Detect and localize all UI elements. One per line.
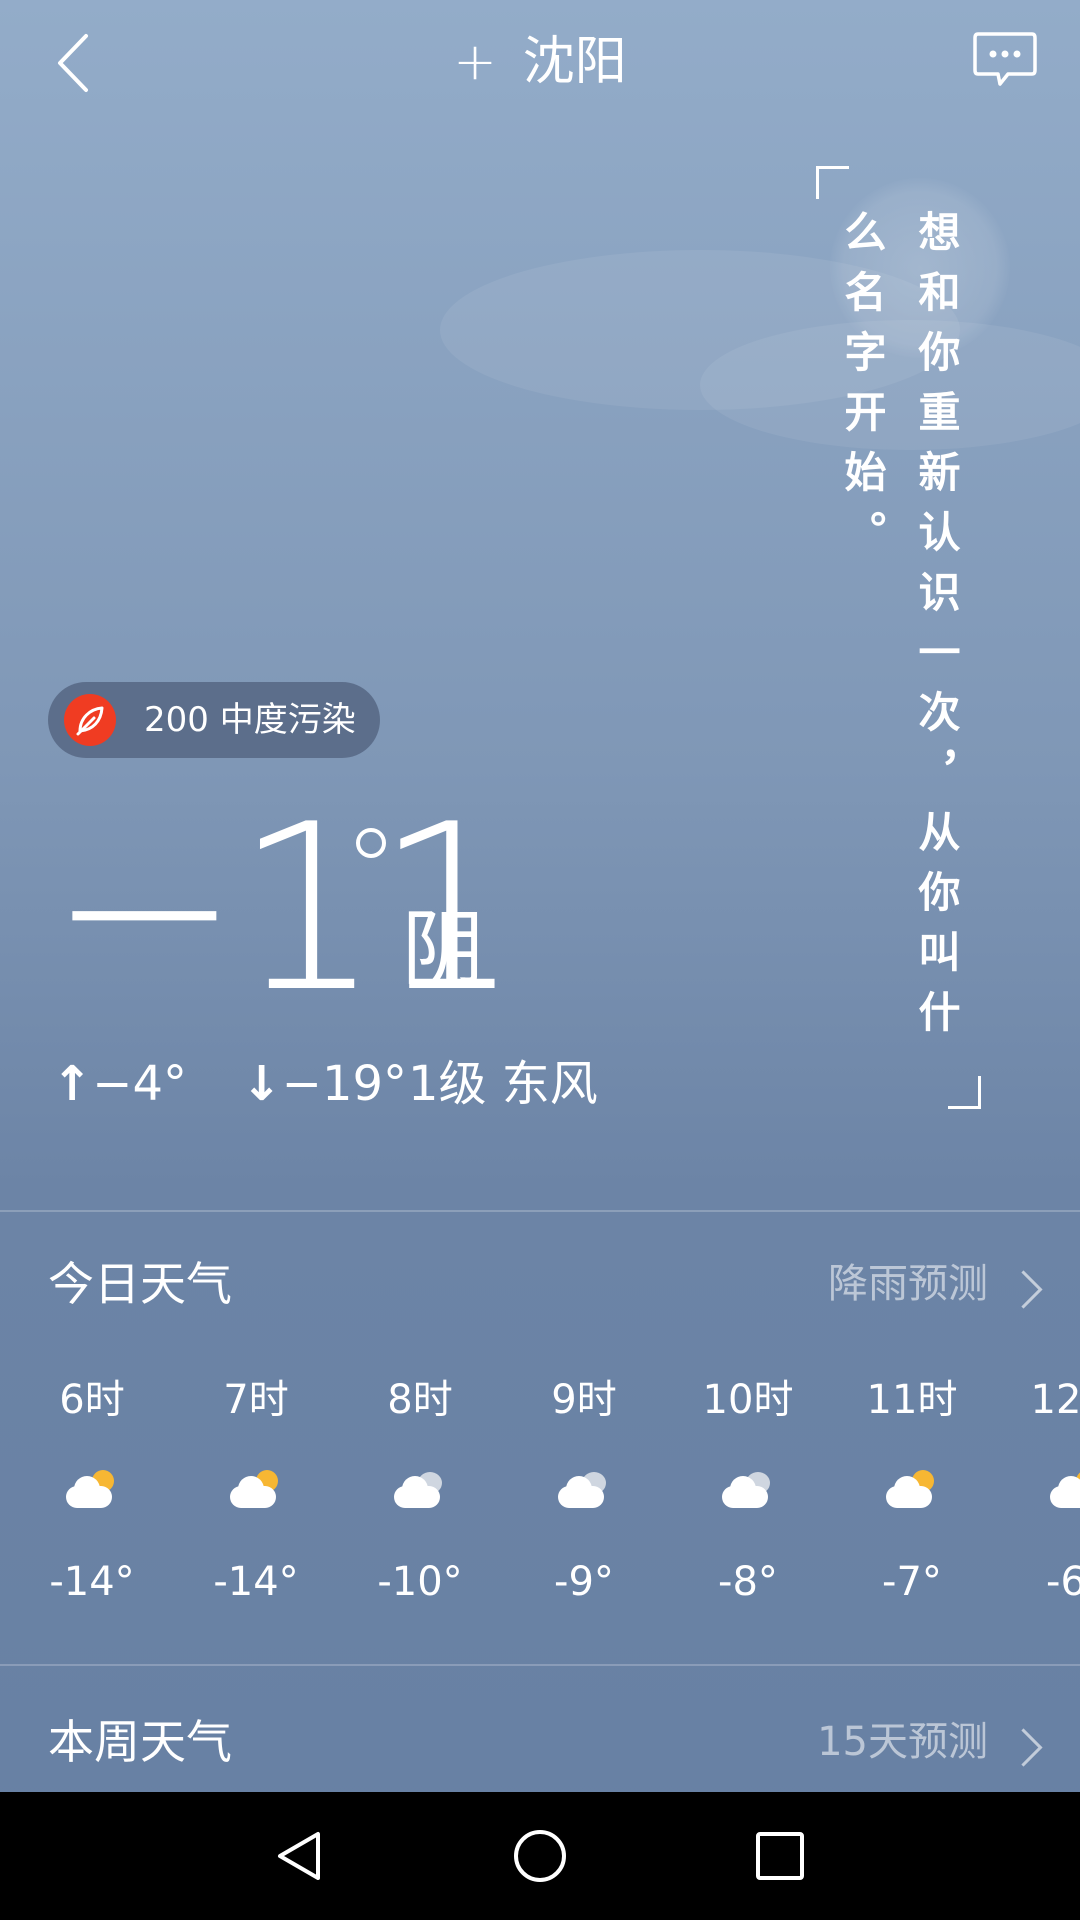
hourly-item[interactable]: 12时 -6° <box>994 1370 1080 1612</box>
hour-label: 11时 <box>866 1377 958 1423</box>
hour-label: 12时 <box>1030 1377 1080 1423</box>
partly-cloudy-icon <box>226 1466 286 1516</box>
weather-screen: + 沈阳 想和你重新认识一次，从你叫什 么名字开始。 200 中度污染 −11 阴… <box>0 0 1080 1920</box>
hour-label: 8时 <box>387 1377 453 1423</box>
hour-label: 10时 <box>702 1377 794 1423</box>
city-title[interactable]: + 沈阳 <box>0 22 1080 102</box>
hourly-item[interactable]: 9时 -9° <box>502 1370 666 1612</box>
divider <box>0 1664 1080 1666</box>
hourly-item[interactable]: 11时 -7° <box>830 1370 994 1612</box>
hour-label: 6时 <box>59 1377 125 1423</box>
poem-bracket-close <box>948 1076 981 1109</box>
chevron-right-icon[interactable] <box>1004 1270 1043 1309</box>
weather-condition: 阴 <box>402 902 485 997</box>
up-arrow-icon: ↑ <box>52 1056 93 1112</box>
today-weather-title: 今日天气 <box>48 1257 232 1311</box>
chevron-right-icon[interactable] <box>1004 1728 1043 1767</box>
nav-recents-icon[interactable] <box>750 1826 810 1886</box>
air-quality-badge[interactable]: 200 中度污染 <box>48 682 380 758</box>
wind-info: 1级 东风 <box>408 1056 598 1112</box>
high-low-temps: ↑−4° ↓−19° <box>52 1054 407 1114</box>
nav-home-icon[interactable] <box>510 1826 570 1886</box>
hour-temperature: -6° <box>1046 1559 1080 1605</box>
nav-back-icon[interactable] <box>270 1826 330 1886</box>
air-quality-label: 200 中度污染 <box>144 700 356 740</box>
hour-temperature: -14° <box>49 1559 135 1605</box>
low-temp: −19° <box>281 1056 408 1112</box>
poem-line-2: 么名字开始。 <box>838 210 887 570</box>
hourly-item[interactable]: 7时 -14° <box>174 1370 338 1612</box>
navigation-bar <box>0 1792 1080 1920</box>
hour-temperature: -8° <box>718 1559 778 1605</box>
fifteen-day-forecast-link[interactable]: 15天预测 <box>817 1712 988 1772</box>
hourly-item[interactable]: 10时 -8° <box>666 1370 830 1612</box>
high-temp: −4° <box>92 1056 187 1112</box>
partly-cloudy-icon <box>882 1466 942 1516</box>
partly-cloudy-icon <box>62 1466 122 1516</box>
hour-temperature: -10° <box>377 1559 463 1605</box>
add-city-icon[interactable]: + <box>453 32 497 92</box>
message-icon[interactable] <box>972 30 1038 90</box>
week-weather-title: 本周天气 <box>48 1715 232 1769</box>
hour-temperature: -9° <box>554 1559 614 1605</box>
hourly-item[interactable]: 8时 -10° <box>338 1370 502 1612</box>
hour-label: 9时 <box>551 1377 617 1423</box>
partly-cloudy-icon <box>1046 1466 1080 1516</box>
cloudy-icon <box>390 1466 450 1516</box>
hour-label: 7时 <box>223 1377 289 1423</box>
top-bar: + 沈阳 <box>0 0 1080 130</box>
hour-temperature: -7° <box>882 1559 942 1605</box>
hourly-item[interactable]: 6时 -14° <box>10 1370 174 1612</box>
rain-forecast-link[interactable]: 降雨预测 <box>828 1254 988 1314</box>
poem-line-1: 想和你重新认识一次，从你叫什 <box>912 210 961 1050</box>
degree-symbol <box>356 828 386 858</box>
city-name[interactable]: 沈阳 <box>523 32 627 92</box>
hour-temperature: -14° <box>213 1559 299 1605</box>
leaf-icon <box>64 694 116 746</box>
cloudy-icon <box>718 1466 778 1516</box>
cloudy-icon <box>554 1466 614 1516</box>
divider <box>0 1210 1080 1212</box>
down-arrow-icon: ↓ <box>241 1056 282 1112</box>
poem-bracket-open <box>816 166 849 199</box>
